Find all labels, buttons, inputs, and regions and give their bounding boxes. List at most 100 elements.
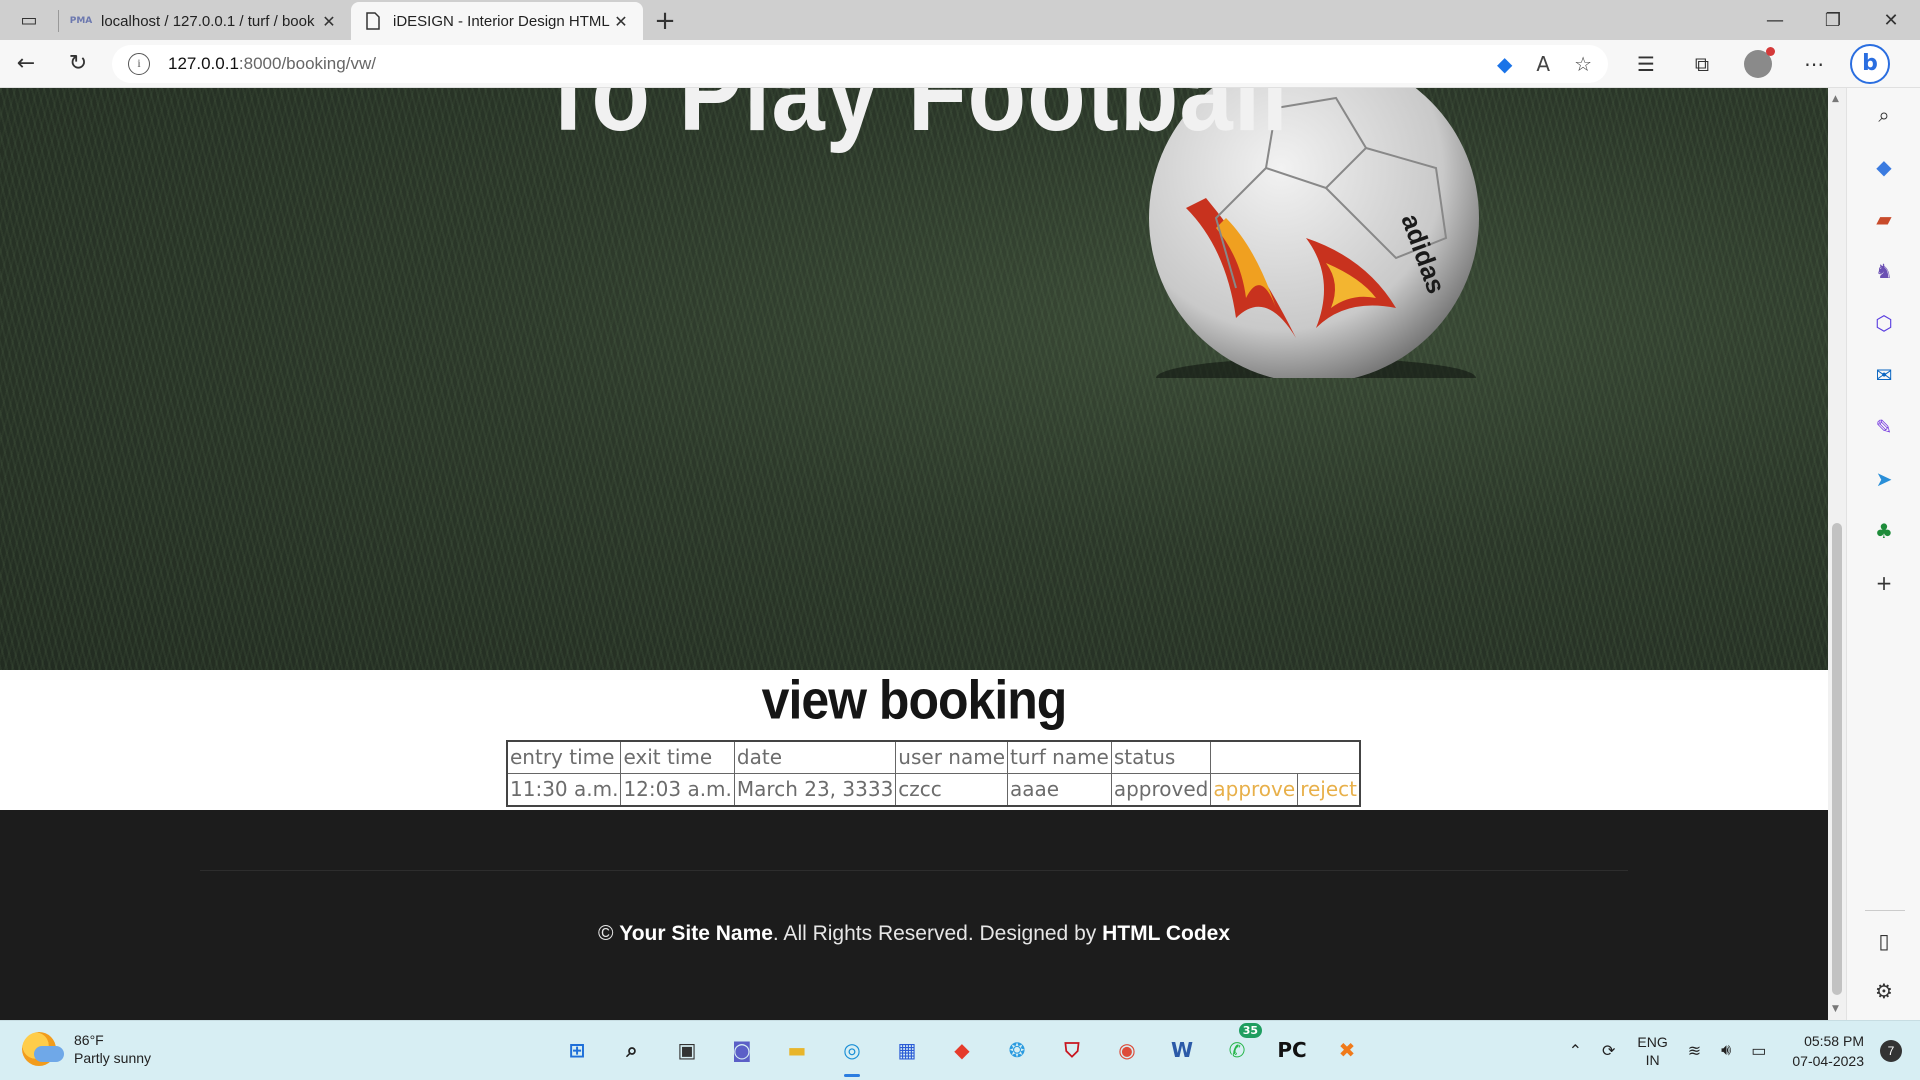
table-row: 11:30 a.m. 12:03 a.m. March 23, 3333 czc… — [506, 773, 1361, 807]
word-icon[interactable]: W — [1161, 1029, 1203, 1071]
designer-icon[interactable]: ✎ — [1869, 412, 1899, 442]
close-tab-icon[interactable]: ✕ — [611, 12, 631, 31]
wifi-icon[interactable]: ≋ — [1688, 1041, 1701, 1061]
copyright-text: © Your Site Name. All Rights Reserved. D… — [0, 922, 1828, 946]
window-controls: — ❐ ✕ — [1746, 0, 1920, 40]
more-options-icon[interactable]: ⋯ — [1786, 40, 1842, 88]
volume-icon[interactable]: 🔊︎ — [1721, 1042, 1731, 1060]
chevron-up-icon[interactable]: ⌃ — [1569, 1041, 1582, 1061]
add-favorite-icon[interactable]: ☆ — [1574, 52, 1592, 76]
column-header: date — [733, 740, 897, 774]
windows-taskbar: 86°F Partly sunny ⊞ ⌕ ▣ ◙ ▬ ◎ ▦ ◆ ❂ ⛉ ◉ … — [0, 1020, 1920, 1080]
xampp-icon[interactable]: ✖ — [1326, 1029, 1368, 1071]
weather-widget[interactable]: 86°F Partly sunny — [22, 1031, 151, 1067]
column-header: exit time — [620, 740, 735, 774]
shopping-tag-icon[interactable]: ◆ — [1497, 52, 1512, 76]
read-aloud-icon[interactable]: A — [1536, 52, 1550, 76]
turf-name-cell: aaae — [1007, 773, 1112, 807]
clock[interactable]: 05:58 PM 07-04-2023 — [1792, 1031, 1864, 1071]
close-tab-icon[interactable]: ✕ — [319, 12, 339, 31]
rights-text: . All Rights Reserved. Designed by — [772, 922, 1103, 945]
tab-title: iDESIGN - Interior Design HTML — [393, 12, 610, 30]
tree-icon[interactable]: ♣ — [1869, 516, 1899, 546]
column-header — [1210, 740, 1361, 774]
profile-button[interactable] — [1730, 40, 1786, 88]
outlook-icon[interactable]: ✉ — [1869, 360, 1899, 390]
microsoft365-icon[interactable]: ⬡ — [1869, 308, 1899, 338]
chrome-icon[interactable]: ◉ — [1106, 1029, 1148, 1071]
settings-icon[interactable]: ⚙ — [1869, 976, 1899, 1006]
games-icon[interactable]: ♞ — [1869, 256, 1899, 286]
bookings-table: entry time exit time date user name turf… — [506, 740, 1361, 807]
region-code: IN — [1645, 1052, 1660, 1068]
scroll-up-icon[interactable]: ▲ — [1832, 94, 1839, 104]
column-header: status — [1110, 740, 1212, 774]
store-icon[interactable]: ▦ — [886, 1029, 928, 1071]
scroll-down-icon[interactable]: ▼ — [1832, 1004, 1839, 1014]
column-header: turf name — [1007, 740, 1112, 774]
reject-link[interactable]: reject — [1297, 773, 1361, 807]
page-icon — [363, 11, 383, 31]
grass-background — [0, 88, 1828, 670]
start-icon[interactable]: ⊞ — [556, 1029, 598, 1071]
search-icon[interactable]: ⌕ — [1869, 100, 1899, 130]
git-icon[interactable]: ◆ — [941, 1029, 983, 1071]
entry-time-cell: 11:30 a.m. — [506, 773, 622, 807]
pycharm-icon[interactable]: PC — [1271, 1029, 1313, 1071]
back-icon[interactable]: ← — [0, 40, 52, 88]
clock-date: 07-04-2023 — [1792, 1053, 1864, 1069]
bing-icon: b — [1850, 43, 1890, 84]
split-view-icon[interactable]: ▯ — [1869, 926, 1899, 956]
site-info-icon[interactable]: i — [128, 52, 150, 75]
mcafee-icon[interactable]: ⛉ — [1051, 1029, 1093, 1071]
new-tab-button[interactable]: + — [643, 2, 687, 40]
clock-time: 05:58 PM — [1804, 1033, 1864, 1049]
edge-sidebar: ⌕ ◆ ▰ ♞ ⬡ ✉ ✎ ➤ ♣ + ▯ ⚙ — [1846, 88, 1920, 1020]
file-explorer-icon[interactable]: ▬ — [776, 1029, 818, 1071]
address-bar[interactable]: i 127.0.0.1:8000/booking/vw/ ◆ A ☆ — [112, 44, 1608, 83]
whatsapp-icon[interactable]: ✆ 35 — [1216, 1023, 1262, 1071]
table-header-row: entry time exit time date user name turf… — [506, 740, 1361, 774]
lang-code: ENG — [1637, 1034, 1668, 1050]
close-window-icon[interactable]: ✕ — [1862, 0, 1920, 40]
sync-icon[interactable]: ⟳ — [1602, 1041, 1615, 1061]
hero-banner: adidas To Play Football — [0, 88, 1828, 670]
page-scrollbar[interactable]: ▲ ▼ — [1828, 88, 1846, 1020]
status-cell: approved — [1110, 773, 1212, 807]
collections-icon[interactable]: ⧉ — [1674, 40, 1730, 88]
browser-toolbar: ← ↻ i 127.0.0.1:8000/booking/vw/ ◆ A ☆ ☰… — [0, 40, 1920, 88]
tools-icon[interactable]: ▰ — [1869, 204, 1899, 234]
tab-idesign[interactable]: iDESIGN - Interior Design HTML ✕ — [351, 2, 643, 40]
add-icon[interactable]: + — [1869, 568, 1899, 598]
notification-badge[interactable]: 7 — [1880, 1040, 1902, 1062]
partly-sunny-icon — [22, 1032, 64, 1066]
url-host: 127.0.0.1 — [168, 53, 239, 73]
task-view-icon[interactable]: ▣ — [666, 1029, 708, 1071]
bing-copilot-button[interactable]: b — [1842, 40, 1898, 88]
tab-phpmyadmin[interactable]: PMA localhost / 127.0.0.1 / turf / book … — [59, 2, 351, 40]
favorites-icon[interactable]: ☰ — [1618, 40, 1674, 88]
battery-icon[interactable]: ▭ — [1751, 1041, 1766, 1061]
footer: © Your Site Name. All Rights Reserved. D… — [0, 810, 1828, 1020]
shopping-icon[interactable]: ◆ — [1869, 152, 1899, 182]
site-name-link[interactable]: Your Site Name — [619, 922, 773, 945]
tab-title: localhost / 127.0.0.1 / turf / book — [101, 12, 315, 30]
send-icon[interactable]: ➤ — [1869, 464, 1899, 494]
teams-chat-icon[interactable]: ◙ — [721, 1029, 763, 1071]
refresh-icon[interactable]: ↻ — [52, 40, 104, 88]
scrollbar-thumb[interactable] — [1832, 523, 1842, 995]
python-icon[interactable]: ❂ — [996, 1029, 1038, 1071]
weather-desc: Partly sunny — [74, 1050, 152, 1066]
approve-link[interactable]: approve — [1210, 773, 1299, 807]
taskbar-search-icon[interactable]: ⌕ — [611, 1029, 653, 1071]
language-indicator[interactable]: ENG IN — [1637, 1033, 1667, 1069]
minimize-icon[interactable]: — — [1746, 0, 1804, 40]
tab-actions-icon[interactable]: ▭ — [0, 0, 58, 40]
phpmyadmin-icon: PMA — [69, 16, 93, 26]
restore-icon[interactable]: ❐ — [1804, 0, 1862, 40]
page-title: view booking — [761, 669, 1068, 731]
designer-link[interactable]: HTML Codex — [1102, 922, 1230, 945]
avatar — [1744, 46, 1775, 78]
edge-icon[interactable]: ◎ — [831, 1029, 873, 1077]
system-tray: ⌃ ⟳ ENG IN ≋ 🔊︎ ▭ 05:58 PM 07-04-2023 7 — [1549, 1031, 1902, 1071]
